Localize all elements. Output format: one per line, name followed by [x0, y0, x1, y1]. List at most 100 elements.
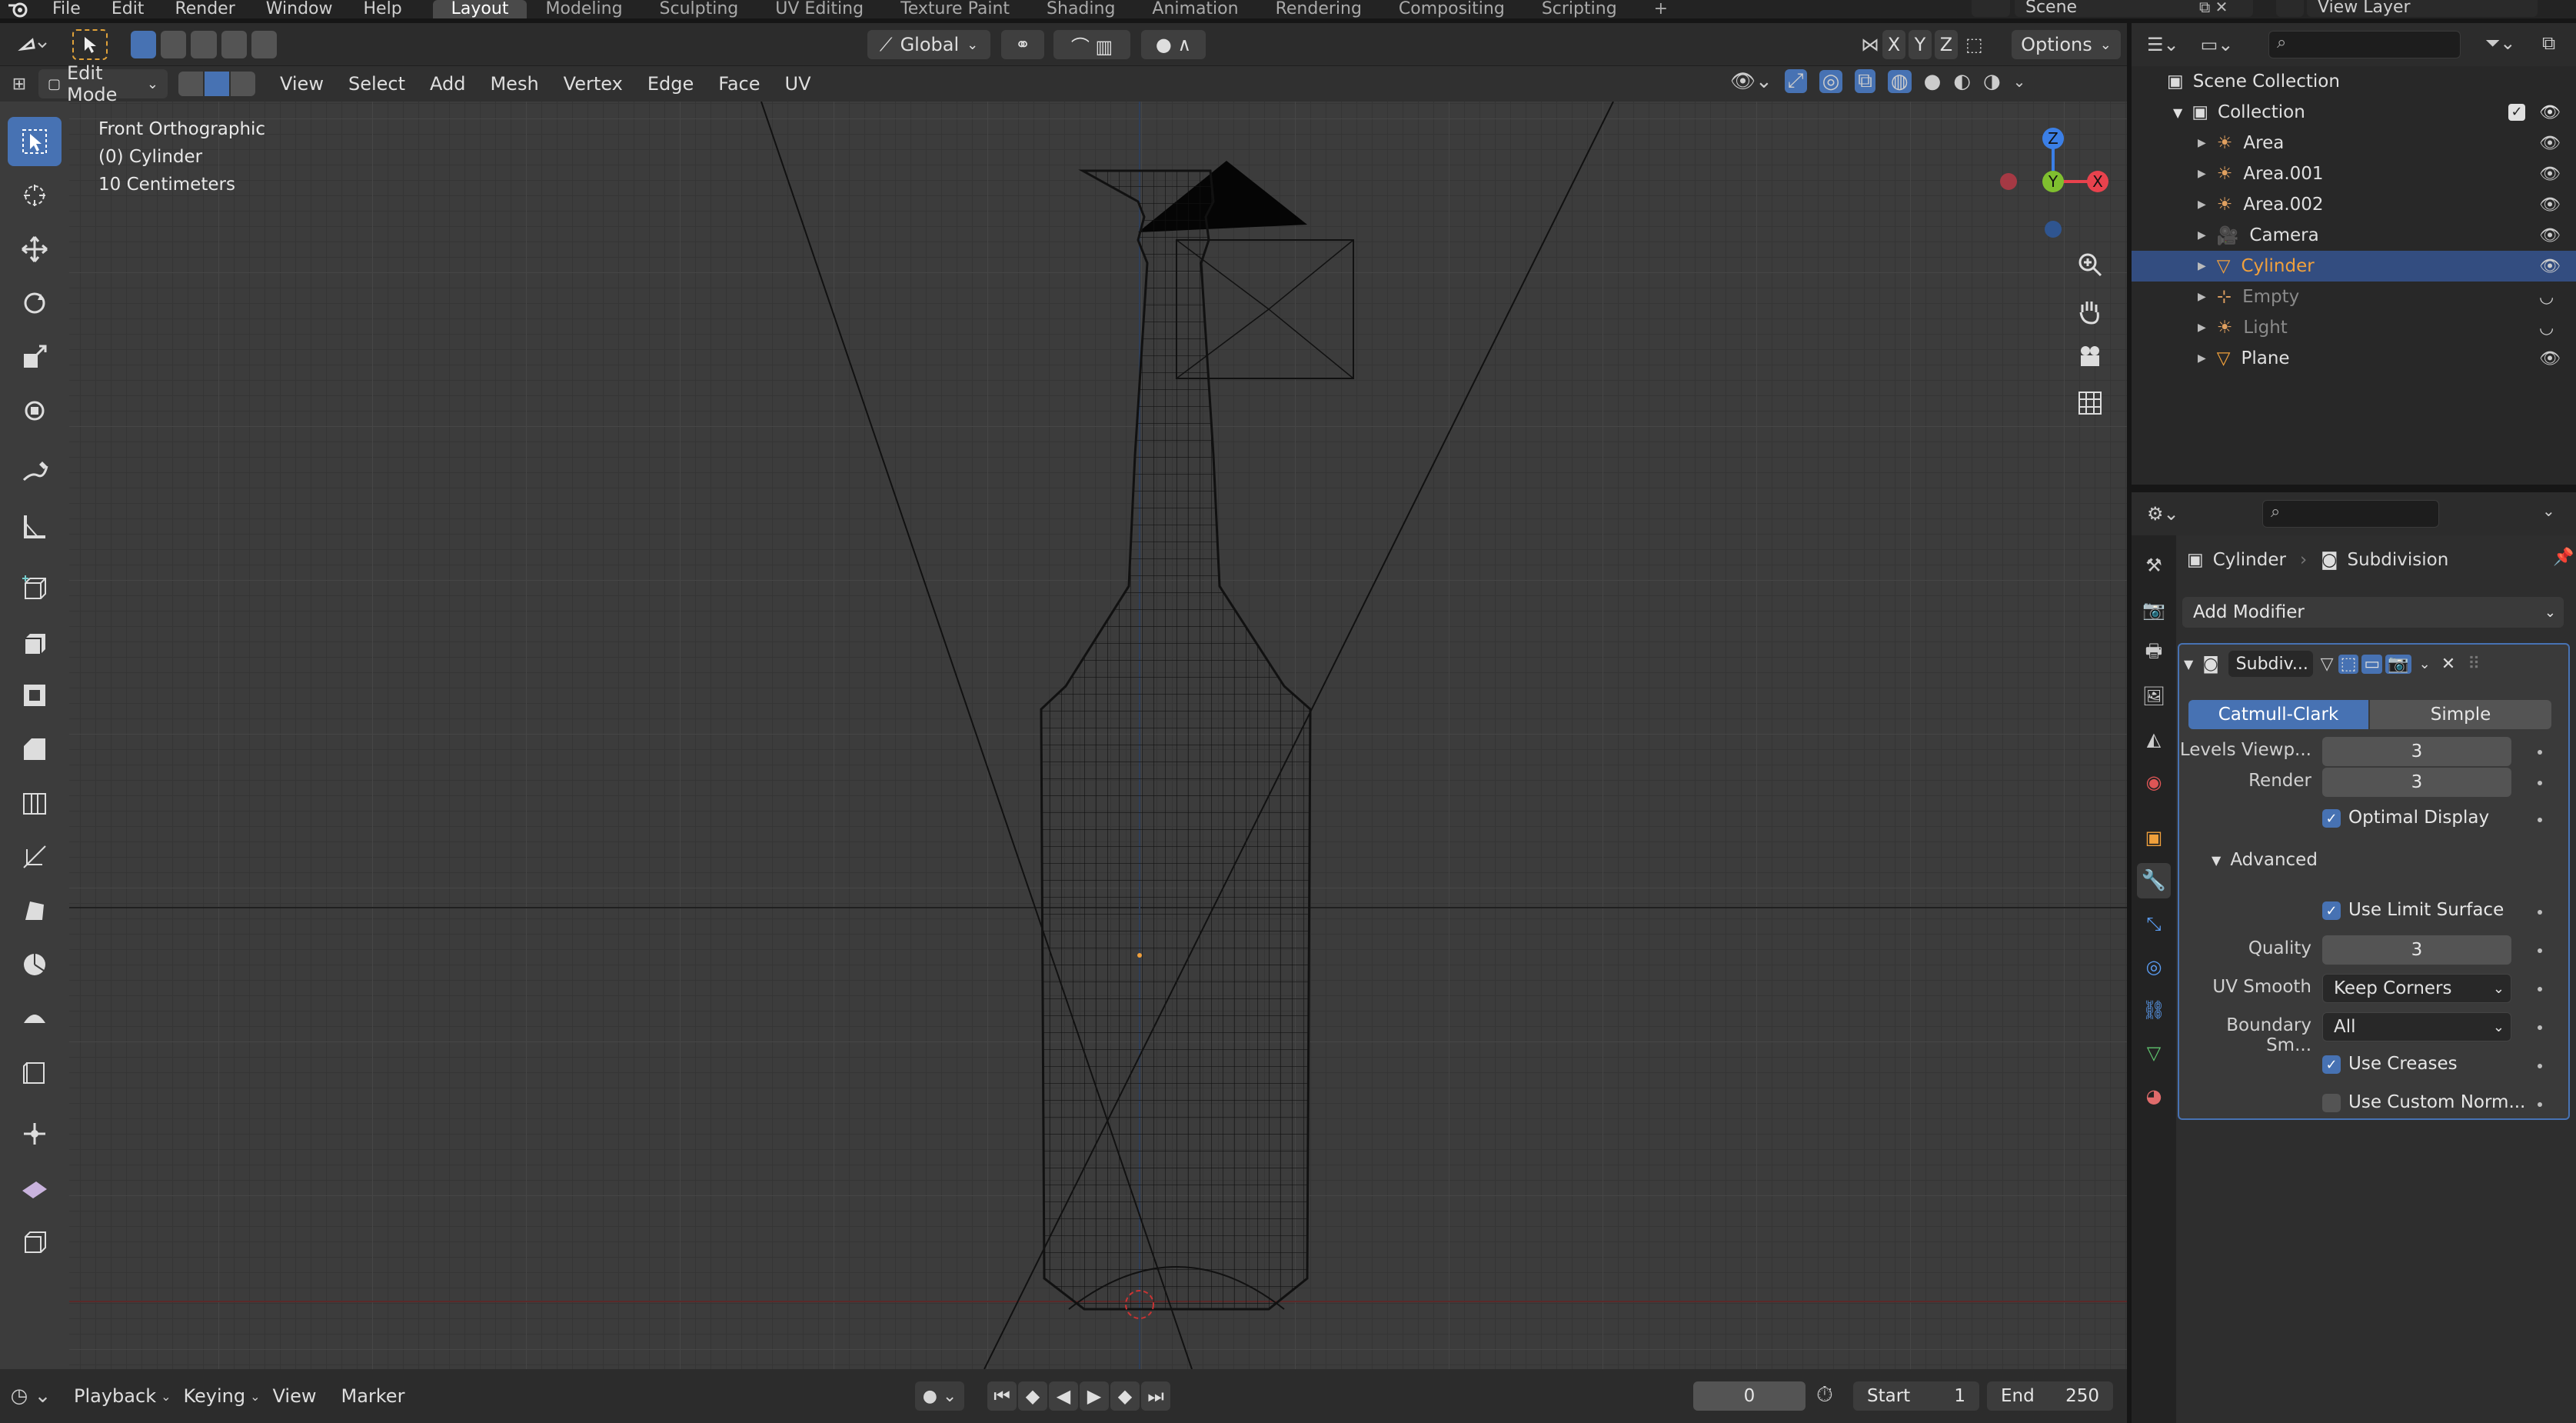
eye-icon[interactable]: 👁	[2539, 195, 2561, 215]
end-frame-field[interactable]: End 250	[1987, 1381, 2113, 1411]
data-tab-icon[interactable]: ▽	[2137, 1035, 2171, 1071]
knife-tool-icon[interactable]	[8, 832, 62, 881]
menu-keying[interactable]: Keying	[171, 1385, 258, 1407]
scale-tool-icon[interactable]	[8, 332, 62, 382]
object-tab-icon[interactable]: ▣	[2137, 820, 2171, 855]
eye-icon[interactable]: 👁	[2539, 226, 2561, 245]
spin-tool-icon[interactable]	[8, 940, 62, 989]
physics-tab-icon[interactable]: ◎	[2137, 949, 2171, 985]
snap-toggle[interactable]: ⌒ ▥	[1053, 30, 1130, 59]
eye-icon[interactable]: 👁	[2539, 134, 2561, 153]
add-cube-tool-icon[interactable]	[8, 563, 62, 612]
tab-sculpting[interactable]: Sculpting	[641, 0, 757, 18]
tab-rendering[interactable]: Rendering	[1257, 0, 1380, 18]
menu-mesh[interactable]: Mesh	[478, 73, 551, 95]
loop-cut-tool-icon[interactable]	[8, 778, 62, 828]
expand-arrow-icon[interactable]: ▶	[2198, 291, 2206, 303]
properties-search-input[interactable]: ⌕	[2262, 500, 2439, 528]
tool-select-box-icon[interactable]	[72, 29, 108, 60]
boundary-smooth-dropdown[interactable]: All ⌄	[2322, 1012, 2511, 1041]
perspective-toggle-icon[interactable]	[2067, 380, 2113, 426]
tab-texture-paint[interactable]: Texture Paint	[882, 0, 1028, 18]
jump-end-icon[interactable]: ⏭	[1141, 1381, 1170, 1411]
material-shading-icon[interactable]: ◐	[1953, 70, 1971, 93]
zoom-icon[interactable]	[2067, 242, 2113, 288]
cylinder-mesh[interactable]	[1038, 163, 1315, 1317]
output-tab-icon[interactable]: 🖶	[2137, 635, 2171, 671]
mode-dropdown[interactable]: ▢ Edit Mode ⌄	[38, 62, 168, 105]
cage-toggle-icon[interactable]: ⬚	[2338, 654, 2359, 674]
expand-arrow-icon[interactable]: ▶	[2198, 322, 2206, 334]
animate-dot[interactable]	[2538, 1025, 2542, 1030]
eye-icon[interactable]: 👁	[2539, 257, 2561, 276]
chevron-down-icon[interactable]: ⌄	[2542, 502, 2555, 520]
viewport-toggle-icon[interactable]: ▭	[2361, 654, 2383, 674]
animate-dot[interactable]	[2538, 1102, 2542, 1107]
use-creases-checkbox[interactable]: ✓	[2322, 1055, 2341, 1074]
levels-viewport-field[interactable]: 3	[2322, 737, 2511, 766]
constraints-tab-icon[interactable]: ⛓	[2137, 992, 2171, 1028]
material-tab-icon[interactable]: ◕	[2137, 1078, 2171, 1114]
play-reverse-icon[interactable]: ◀	[1049, 1381, 1078, 1411]
animate-dot[interactable]	[2538, 750, 2542, 755]
jump-start-icon[interactable]: ⏮	[987, 1381, 1017, 1411]
filter-icon[interactable]: ⏷⌄	[2485, 32, 2515, 54]
solid-shading-icon[interactable]: ●	[1924, 70, 1942, 93]
current-frame-field[interactable]: 0	[1693, 1381, 1806, 1411]
tab-animation[interactable]: Animation	[1133, 0, 1256, 18]
navigation-gizmo[interactable]: Z X Y	[1984, 115, 2122, 254]
expand-arrow-icon[interactable]: ▶	[2198, 198, 2206, 211]
close-icon[interactable]: ✕	[2441, 655, 2455, 674]
properties-editor-type-icon[interactable]: ⚙⌄	[2147, 503, 2179, 525]
menu-view[interactable]: View	[268, 73, 336, 95]
collection-row[interactable]: ▼ ▣ Collection ✓ 👁	[2132, 97, 2576, 128]
chevron-down-icon[interactable]: ⌄	[2013, 72, 2026, 91]
outliner-item-area-001[interactable]: ▶ ☀ Area.001 👁	[2132, 158, 2576, 189]
camera-view-icon[interactable]	[2067, 334, 2113, 380]
auto-merge-icon[interactable]: ⬚	[1965, 34, 1983, 55]
collapse-arrow-icon[interactable]: ▼	[2184, 657, 2193, 672]
tab-uv-editing[interactable]: UV Editing	[757, 0, 882, 18]
menu-edit[interactable]: Edit	[96, 1, 160, 18]
view-layer-field[interactable]: View Layer	[2307, 0, 2538, 17]
outliner-item-empty[interactable]: ▶ ⊹ Empty ◡	[2132, 282, 2576, 312]
animate-dot[interactable]	[2538, 987, 2542, 991]
optimal-display-checkbox[interactable]: ✓	[2322, 809, 2341, 828]
outliner-search-input[interactable]: ⌕	[2268, 31, 2461, 58]
quality-field[interactable]: 3	[2322, 935, 2511, 965]
cursor-tool-icon[interactable]	[8, 171, 62, 220]
rendered-shading-icon[interactable]: ◑	[1983, 70, 2001, 93]
outliner-item-plane[interactable]: ▶ ▽ Plane 👁	[2132, 343, 2576, 374]
jump-keyframe-back-icon[interactable]: ◆	[1018, 1381, 1047, 1411]
chevron-down-icon[interactable]: ⌄	[2419, 656, 2431, 672]
overlay-toggle-icon[interactable]: ◎	[1819, 69, 1843, 93]
view-layer-tab-icon[interactable]: 🖼	[2137, 678, 2171, 714]
expand-arrow-icon[interactable]: ▼	[2173, 105, 2182, 120]
scene-tab-icon[interactable]: ◭	[2137, 721, 2171, 757]
menu-add[interactable]: Add	[418, 73, 478, 95]
3d-viewport[interactable]: Z X Y	[69, 102, 2127, 1369]
tab-layout[interactable]: Layout	[432, 0, 528, 18]
render-levels-field[interactable]: 3	[2322, 768, 2511, 797]
smooth-tool-icon[interactable]	[8, 994, 62, 1043]
menu-timeline-view[interactable]: View	[261, 1385, 329, 1407]
editor-type-3d-icon[interactable]: ⊞	[0, 75, 38, 94]
rip-tool-icon[interactable]	[8, 1217, 62, 1266]
poly-build-tool-icon[interactable]	[8, 886, 62, 935]
outliner-item-cylinder[interactable]: ▶ ▽ Cylinder 👁	[2132, 251, 2576, 282]
proportional-edit-toggle[interactable]: ● ∧	[1141, 30, 1206, 59]
mirror-icon[interactable]: ⋈	[1861, 34, 1879, 55]
catmull-clark-button[interactable]: Catmull-Clark	[2188, 700, 2368, 729]
bevel-tool-icon[interactable]	[8, 725, 62, 774]
transform-tool-icon[interactable]	[8, 386, 62, 435]
edit-mode-toggle-icon[interactable]: ▽	[2321, 655, 2334, 674]
annotate-tool-icon[interactable]	[8, 448, 62, 497]
pan-hand-icon[interactable]	[2067, 288, 2113, 334]
menu-help[interactable]: Help	[348, 1, 418, 18]
select-mode-set-button[interactable]	[131, 31, 278, 58]
play-icon[interactable]: ▶	[1080, 1381, 1109, 1411]
face-select-icon[interactable]	[231, 72, 255, 96]
blender-logo-icon[interactable]	[0, 0, 37, 18]
animate-dot[interactable]	[2538, 818, 2542, 822]
measure-tool-icon[interactable]	[8, 502, 62, 551]
